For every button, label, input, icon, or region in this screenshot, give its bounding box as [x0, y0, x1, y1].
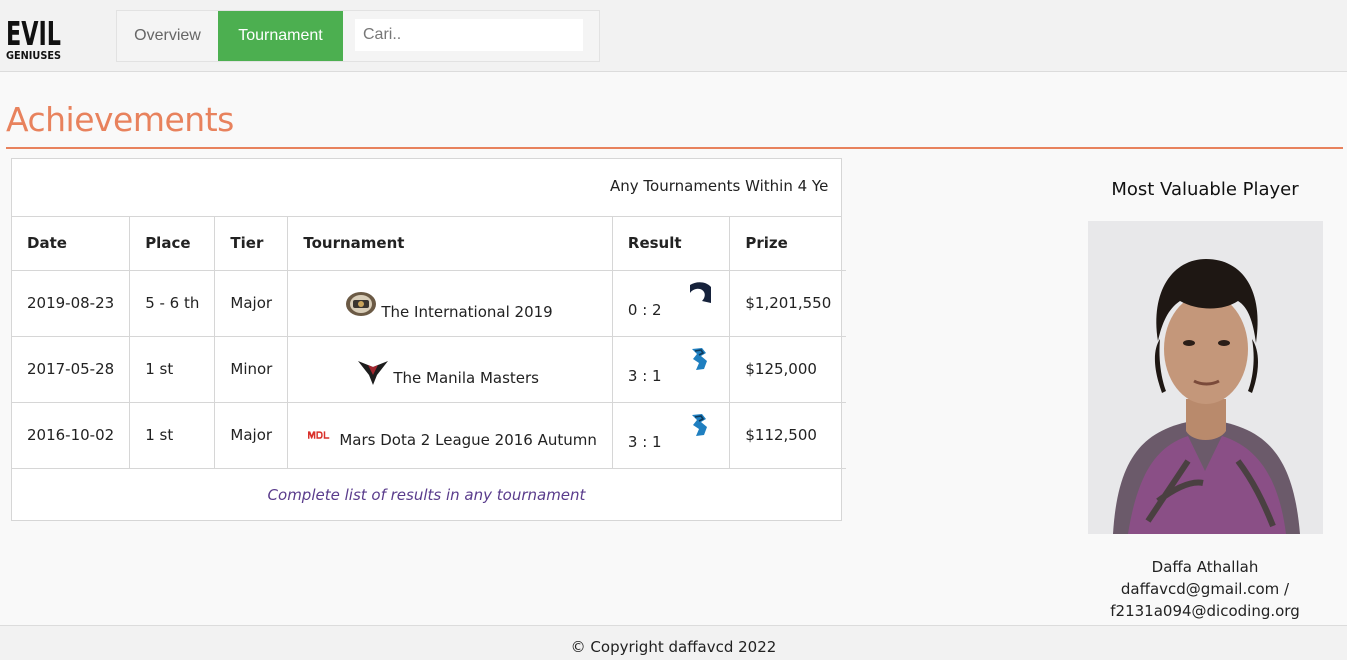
- row-date: 2019-08-23: [12, 269, 131, 337]
- svg-text:GENIUSES: GENIUSES: [6, 49, 61, 61]
- row-prize: $112,500: [729, 401, 847, 469]
- copyright-footer: © Copyright daffavcd 2022: [0, 625, 1347, 660]
- table-caption-row: Any Tournaments Within 4 Years: [12, 159, 841, 217]
- page-title: Achievements: [6, 100, 234, 139]
- manila-masters-icon: [358, 361, 389, 385]
- mvp-name: Daffa Athallah: [1151, 558, 1259, 576]
- column-header-result: Result: [611, 217, 731, 271]
- result-score: 0 : 2: [627, 301, 662, 320]
- column-header-tier: Tier: [214, 217, 289, 271]
- mvp-photo: [1088, 221, 1323, 534]
- achievements-table: Any Tournaments Within 4 Years Date Plac…: [11, 158, 847, 521]
- row-result: 3 : 1: [611, 401, 731, 469]
- row-result: 3 : 1: [611, 335, 731, 403]
- mvp-email-primary: daffavcd@gmail.com /: [1120, 580, 1290, 598]
- column-header-place: Place: [129, 217, 216, 271]
- column-header-tournament: Tournament: [287, 217, 613, 271]
- nav-overview-tab[interactable]: Overview: [117, 11, 218, 61]
- evil-geniuses-logo[interactable]: EVIL GENIUSES: [5, 5, 63, 61]
- table-header-row: Date Place Tier Tournament Result Prize: [12, 217, 847, 271]
- the-international-icon: [346, 292, 377, 316]
- mdl-icon: [308, 431, 330, 439]
- tournament-name: The International 2019: [381, 303, 553, 321]
- table-caption: Any Tournaments Within 4 Years: [610, 177, 828, 195]
- table-row: 2019-08-23 5 - 6 th Major The Internatio…: [12, 269, 847, 337]
- search-input[interactable]: [355, 19, 583, 51]
- table-row: 2016-10-02 1 st Major Mars Dota 2 League…: [12, 401, 847, 469]
- opponent-team-icon: [692, 347, 708, 370]
- row-tier: Minor: [214, 335, 289, 403]
- table-row: 2017-05-28 1 st Minor The Manila Masters…: [12, 335, 847, 403]
- column-header-prize: Prize: [729, 217, 847, 271]
- row-place: 1 st: [129, 335, 216, 403]
- column-header-date: Date: [12, 217, 131, 271]
- row-tournament: The Manila Masters: [287, 335, 613, 403]
- top-bar: EVIL GENIUSES Overview Tournament: [0, 0, 1347, 72]
- mvp-email-secondary: f2131a094@dicoding.org: [1110, 602, 1300, 620]
- row-place: 5 - 6 th: [129, 269, 216, 337]
- main-nav: Overview Tournament: [116, 10, 600, 62]
- row-tier: Major: [214, 269, 289, 337]
- row-result: 0 : 2: [611, 269, 731, 337]
- mvp-contact: Daffa Athallah daffavcd@gmail.com / f213…: [1075, 556, 1335, 622]
- title-divider: [6, 147, 1343, 149]
- row-date: 2016-10-02: [12, 401, 131, 469]
- nav-tournament-tab[interactable]: Tournament: [218, 11, 343, 61]
- opponent-team-icon: [692, 413, 708, 436]
- row-prize: $125,000: [729, 335, 847, 403]
- row-tournament: The International 2019: [287, 269, 613, 337]
- results-table: Date Place Tier Tournament Result Prize …: [12, 217, 847, 469]
- row-tier: Major: [214, 401, 289, 469]
- result-score: 3 : 1: [627, 433, 662, 452]
- tournament-name: Mars Dota 2 League 2016 Autumn: [339, 431, 597, 449]
- row-date: 2017-05-28: [12, 335, 131, 403]
- row-tournament: Mars Dota 2 League 2016 Autumn: [287, 401, 613, 469]
- result-score: 3 : 1: [627, 367, 662, 386]
- full-results-link[interactable]: Complete list of results in any tourname…: [12, 468, 841, 520]
- row-place: 1 st: [129, 401, 216, 469]
- mvp-title: Most Valuable Player: [1111, 179, 1299, 200]
- row-prize: $1,201,550: [729, 269, 847, 337]
- team-liquid-icon: [690, 281, 712, 303]
- tournament-name: The Manila Masters: [393, 369, 540, 387]
- svg-text:EVIL: EVIL: [6, 14, 61, 53]
